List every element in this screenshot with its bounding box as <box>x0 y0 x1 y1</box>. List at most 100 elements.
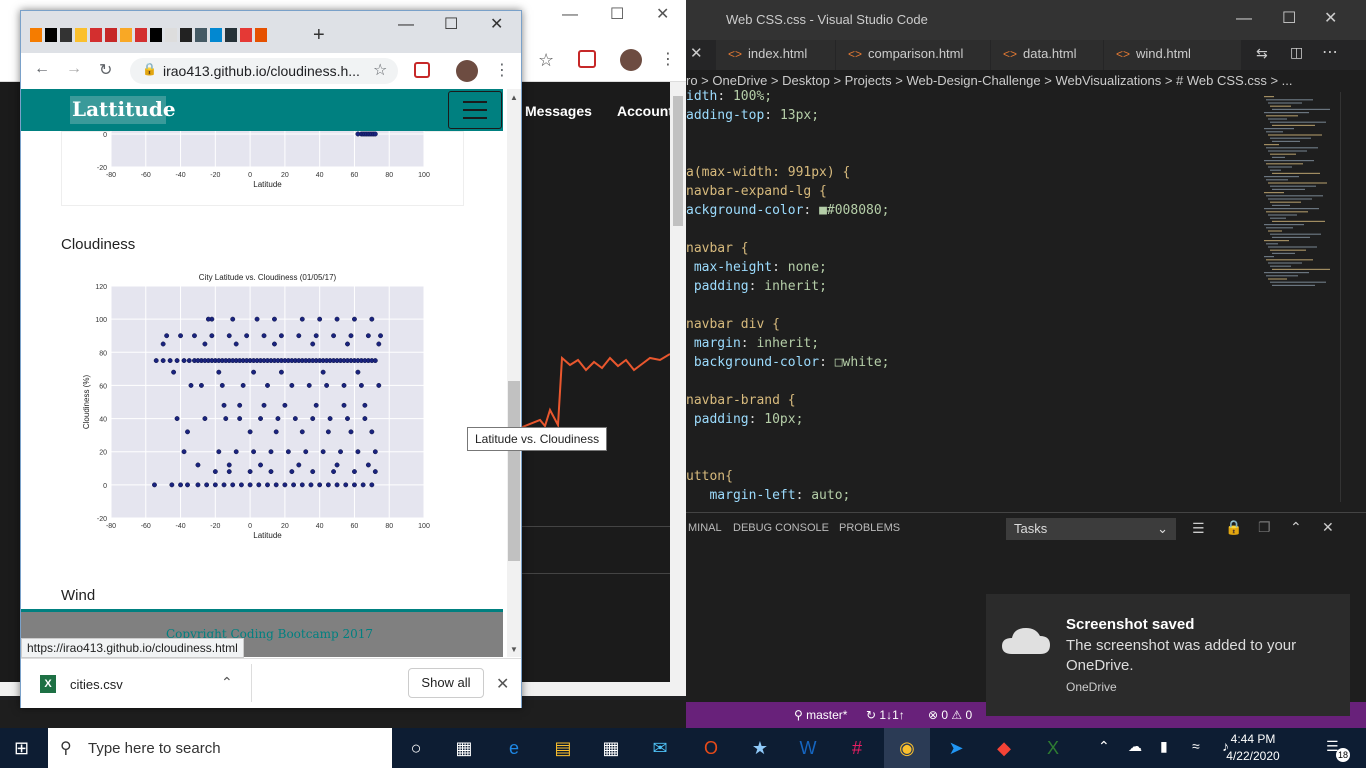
maximize-icon[interactable]: ☐ <box>1282 8 1296 28</box>
maximize-icon[interactable]: ☐ <box>444 14 458 34</box>
profile-avatar[interactable] <box>456 60 478 82</box>
editor-scrollbar[interactable] <box>1340 92 1354 502</box>
git-branch-status[interactable]: ⚲ master* <box>794 704 847 726</box>
vscode-icon[interactable]: ➤ <box>944 736 968 760</box>
site-brand[interactable]: Lattitude <box>72 97 176 121</box>
menu-dots-icon[interactable]: ⋮ <box>494 60 510 80</box>
pinned-tab-favicon-icon[interactable] <box>75 28 87 42</box>
code-line[interactable]: navbar-expand-lg { <box>686 184 827 203</box>
pinned-tab-favicon-icon[interactable] <box>195 28 207 42</box>
system-clock[interactable]: 4:44 PM 4/22/2020 <box>1218 731 1288 765</box>
pinned-tab-favicon-icon[interactable] <box>135 28 147 42</box>
source-control-icon[interactable]: ⇆ <box>1256 45 1268 62</box>
minimize-icon[interactable]: — <box>1236 10 1252 28</box>
close-icon[interactable]: ✕ <box>490 14 503 34</box>
scroll-up-icon[interactable]: ▲ <box>510 93 518 102</box>
code-line[interactable]: padding: inherit; <box>686 279 827 298</box>
code-line[interactable]: margin-left: auto; <box>686 488 850 507</box>
wifi-icon[interactable]: ≈ <box>1192 738 1200 754</box>
tasks-dropdown[interactable]: Tasks ⌄ <box>1006 518 1176 540</box>
url-text[interactable]: irao413.github.io/cloudiness.h... <box>163 63 363 79</box>
file-explorer-icon[interactable]: ▤ <box>551 736 575 760</box>
code-line[interactable]: background-color: □white; <box>686 355 890 374</box>
background-scroll-thumb[interactable] <box>673 96 683 226</box>
close-panel-icon[interactable]: ✕ <box>1322 519 1334 536</box>
split-editor-icon[interactable]: ◫ <box>1290 44 1303 61</box>
code-line[interactable]: margin: inherit; <box>686 336 819 355</box>
show-all-button[interactable]: Show all <box>408 668 484 698</box>
store-icon[interactable]: ▦ <box>599 736 623 760</box>
minimize-icon[interactable]: — <box>398 16 414 34</box>
copy-icon[interactable]: ❐ <box>1258 519 1271 536</box>
code-line[interactable]: utton{ <box>686 469 733 488</box>
reload-icon[interactable]: ↻ <box>99 60 112 80</box>
maximize-icon[interactable]: ☐ <box>610 4 624 24</box>
close-icon[interactable]: ✕ <box>1324 8 1337 28</box>
task-view-icon[interactable]: ○ <box>404 736 428 760</box>
star-icon[interactable]: ☆ <box>538 50 554 71</box>
code-line[interactable]: adding-top: 13px; <box>686 108 819 127</box>
pinned-tab-favicon-icon[interactable] <box>90 28 102 42</box>
edge-icon[interactable]: e <box>502 736 526 760</box>
breadcrumb-item[interactable]: # Web CSS.css <box>1176 73 1267 88</box>
scroll-down-icon[interactable]: ▼ <box>510 645 518 654</box>
pinned-tab-favicon-icon[interactable] <box>180 28 192 42</box>
lock-icon[interactable]: 🔒 <box>1225 519 1242 536</box>
page-scrollbar[interactable] <box>507 89 521 657</box>
pinned-tab-favicon-icon[interactable] <box>45 28 57 42</box>
pinned-tab-favicon-icon[interactable] <box>30 28 42 42</box>
code-line[interactable]: navbar div { <box>686 317 780 336</box>
pinned-tab-favicon-icon[interactable] <box>240 28 252 42</box>
chevron-up-icon[interactable]: ⌃ <box>221 674 233 691</box>
nav-link-messages[interactable]: Messages <box>525 103 592 119</box>
code-line[interactable]: padding: 10px; <box>686 412 804 431</box>
tab-comparison-html[interactable]: <> comparison.html <box>836 40 991 70</box>
breadcrumb-item[interactable]: WebVisualizations <box>1055 73 1161 88</box>
excel-icon[interactable]: X <box>1041 736 1065 760</box>
more-actions-icon[interactable]: ⋯ <box>1322 42 1338 62</box>
minimize-icon[interactable]: — <box>562 6 578 24</box>
pinned-tab-favicon-icon[interactable] <box>225 28 237 42</box>
timeline-icon[interactable]: ▦ <box>452 736 476 760</box>
breadcrumb-item[interactable]: Projects <box>845 73 892 88</box>
tab-debug-console[interactable]: DEBUG CONSOLE <box>733 522 829 534</box>
menu-dots-icon[interactable]: ⋮ <box>660 49 676 69</box>
breadcrumb-item[interactable]: Desktop <box>782 73 830 88</box>
postgres-icon[interactable]: ★ <box>748 736 772 760</box>
cloud-icon[interactable]: ☁ <box>1128 738 1142 755</box>
tab-problems[interactable]: PROBLEMS <box>839 522 900 534</box>
tab-data-html[interactable]: <> data.html <box>991 40 1104 70</box>
slack-icon[interactable]: # <box>845 736 869 760</box>
new-tab-icon[interactable]: + <box>313 24 325 47</box>
code-line[interactable]: max-height: none; <box>686 260 827 279</box>
tab-index-html[interactable]: <> index.html <box>716 40 836 70</box>
pinned-tab-favicon-icon[interactable] <box>210 28 222 42</box>
breadcrumb-item[interactable]: ... <box>1282 73 1293 88</box>
pinned-tab-favicon-icon[interactable] <box>120 28 132 42</box>
git-icon[interactable]: ◆ <box>992 736 1016 760</box>
forward-icon[interactable]: → <box>66 60 82 78</box>
chrome-icon[interactable]: ◉ <box>895 736 919 760</box>
page-scroll-thumb[interactable] <box>508 381 520 561</box>
pinned-tab-favicon-icon[interactable] <box>255 28 267 42</box>
close-icon[interactable]: ✕ <box>656 4 669 24</box>
extension-icon[interactable] <box>578 50 596 68</box>
extension-icon[interactable] <box>414 62 430 78</box>
office-icon[interactable]: O <box>699 736 723 760</box>
mail-icon[interactable]: ✉ <box>648 736 672 760</box>
breadcrumb-item[interactable]: Web-Design-Challenge <box>906 73 1040 88</box>
star-icon[interactable]: ☆ <box>373 60 387 80</box>
pinned-tab-favicon-icon[interactable] <box>60 28 72 42</box>
breadcrumb-item[interactable]: ro <box>686 73 698 88</box>
code-line[interactable]: navbar-brand { <box>686 393 796 412</box>
maximize-panel-icon[interactable]: ⌃ <box>1290 519 1302 536</box>
word-icon[interactable]: W <box>796 736 820 760</box>
clear-output-icon[interactable]: ☰ <box>1192 520 1205 537</box>
code-line[interactable]: idth: 100%; <box>686 89 772 108</box>
pinned-tab-favicon-icon[interactable] <box>150 28 162 42</box>
tab-terminal[interactable]: MINAL <box>688 522 722 534</box>
profile-avatar[interactable] <box>620 49 642 71</box>
close-tab-icon[interactable]: ✕ <box>690 44 703 62</box>
close-icon[interactable]: ✕ <box>496 674 509 694</box>
pinned-tab-favicon-icon[interactable] <box>105 28 117 42</box>
